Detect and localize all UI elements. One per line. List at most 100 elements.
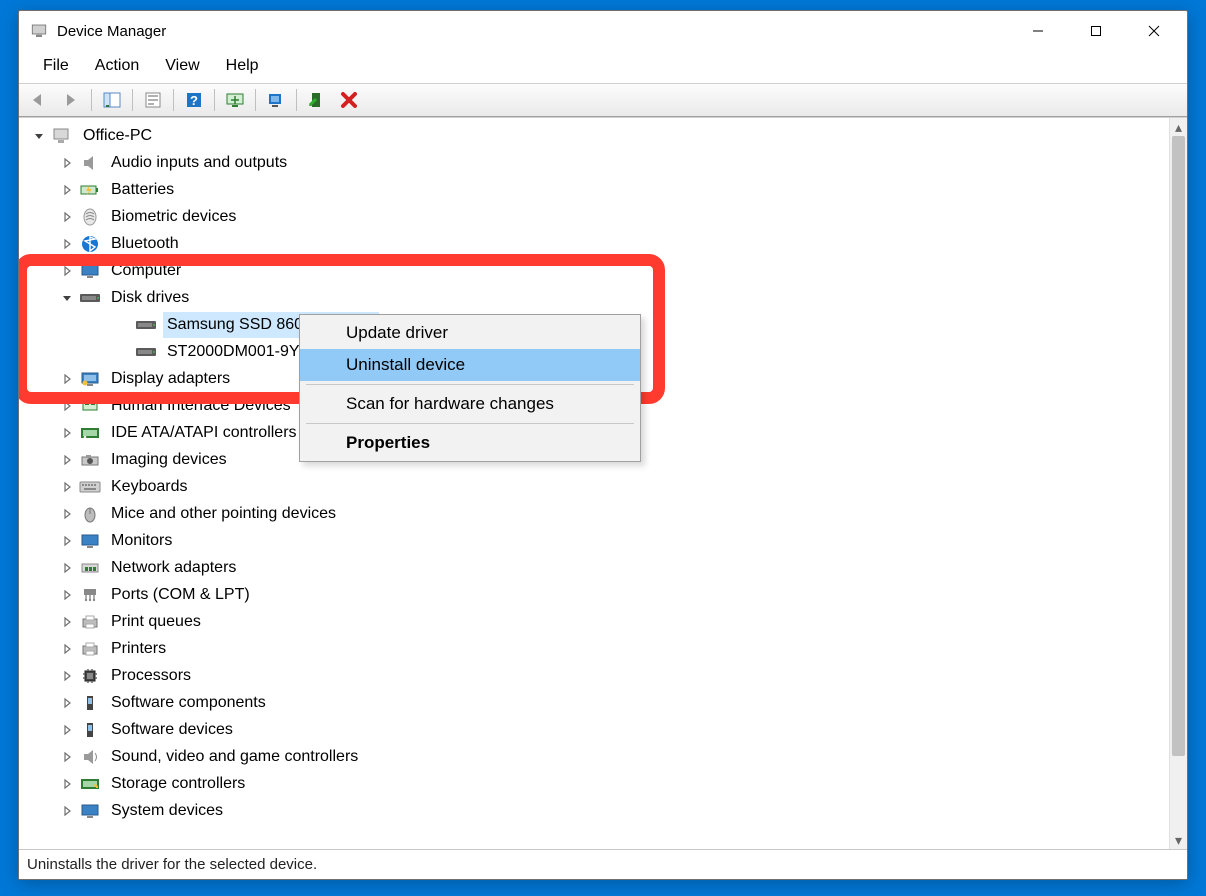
tree-item-swd[interactable]: Software devices: [25, 716, 1167, 743]
expand-glyph[interactable]: [115, 317, 131, 333]
expand-glyph[interactable]: [59, 641, 75, 657]
menu-help[interactable]: Help: [214, 55, 271, 77]
uninstall-device-button[interactable]: [334, 86, 364, 114]
tree-item-disk[interactable]: Disk drives: [25, 284, 1167, 311]
show-hide-console-tree-button[interactable]: [97, 86, 127, 114]
expand-glyph[interactable]: [59, 587, 75, 603]
expand-glyph[interactable]: [59, 614, 75, 630]
tree-item-swc[interactable]: Software components: [25, 689, 1167, 716]
expand-glyph[interactable]: [59, 803, 75, 819]
tree-item-printer[interactable]: Printers: [25, 635, 1167, 662]
tree-item-monitor[interactable]: Monitors: [25, 527, 1167, 554]
expand-glyph[interactable]: [59, 236, 75, 252]
context-update-driver[interactable]: Update driver: [300, 317, 640, 349]
menu-file[interactable]: File: [31, 55, 81, 77]
tree-item-biometric[interactable]: Biometric devices: [25, 203, 1167, 230]
statusbar: Uninstalls the driver for the selected d…: [19, 849, 1187, 879]
tree-item-label: Processors: [107, 663, 195, 689]
tree-item-bluetooth[interactable]: Bluetooth: [25, 230, 1167, 257]
tree-item-storage[interactable]: Storage controllers: [25, 770, 1167, 797]
properties-button[interactable]: [138, 86, 168, 114]
tree-item-keyboard[interactable]: Keyboards: [25, 473, 1167, 500]
tree-item-sys[interactable]: System devices: [25, 797, 1167, 824]
tree-item-label: System devices: [107, 798, 227, 824]
tree-item-label: Computer: [107, 258, 185, 284]
disk-icon: [79, 287, 101, 309]
expand-glyph[interactable]: [59, 398, 75, 414]
vertical-scrollbar[interactable]: ▴ ▾: [1169, 118, 1187, 849]
tree-item-audio[interactable]: Audio inputs and outputs: [25, 149, 1167, 176]
window-controls: [1009, 13, 1183, 49]
tree-item-ports[interactable]: Ports (COM & LPT): [25, 581, 1167, 608]
tree-item-battery[interactable]: Batteries: [25, 176, 1167, 203]
menu-action[interactable]: Action: [83, 55, 151, 77]
maximize-button[interactable]: [1067, 13, 1125, 49]
context-uninstall-device[interactable]: Uninstall device: [300, 349, 640, 381]
scan-hardware-button[interactable]: [220, 86, 250, 114]
expand-glyph[interactable]: [59, 182, 75, 198]
context-separator: [306, 384, 634, 385]
tree-item-label: Ports (COM & LPT): [107, 582, 254, 608]
tree-item-mouse[interactable]: Mice and other pointing devices: [25, 500, 1167, 527]
titlebar[interactable]: Device Manager: [19, 11, 1187, 51]
expand-glyph[interactable]: [59, 209, 75, 225]
swd-icon: [79, 719, 101, 741]
tree-item-label: Audio inputs and outputs: [107, 150, 291, 176]
audio-icon: [79, 152, 101, 174]
tree-item-network[interactable]: Network adapters: [25, 554, 1167, 581]
ports-icon: [79, 584, 101, 606]
tree-item-computer[interactable]: Computer: [25, 257, 1167, 284]
monitor-icon: [79, 530, 101, 552]
context-scan-hardware[interactable]: Scan for hardware changes: [300, 388, 640, 420]
tree-item-cpu[interactable]: Processors: [25, 662, 1167, 689]
expand-glyph[interactable]: [59, 506, 75, 522]
expand-glyph[interactable]: [59, 371, 75, 387]
tree-item-label: Disk drives: [107, 285, 193, 311]
expand-glyph[interactable]: [59, 263, 75, 279]
expand-glyph[interactable]: [59, 452, 75, 468]
ide-icon: [79, 422, 101, 444]
tree-root[interactable]: Office-PC: [25, 122, 1167, 149]
update-driver-button[interactable]: [261, 86, 291, 114]
help-button[interactable]: ?: [179, 86, 209, 114]
tree-item-label: IDE ATA/ATAPI controllers: [107, 420, 301, 446]
tree-item-label: Storage controllers: [107, 771, 249, 797]
scroll-down-arrow[interactable]: ▾: [1170, 831, 1187, 849]
tree-item-printq[interactable]: Print queues: [25, 608, 1167, 635]
menu-view[interactable]: View: [153, 55, 211, 77]
tree-item-label: Software components: [107, 690, 270, 716]
back-button[interactable]: [24, 86, 54, 114]
display-icon: [79, 368, 101, 390]
close-button[interactable]: [1125, 13, 1183, 49]
tree-item-label: Keyboards: [107, 474, 192, 500]
expand-glyph[interactable]: [59, 560, 75, 576]
tree-item-label: Imaging devices: [107, 447, 231, 473]
tree-item-label: Software devices: [107, 717, 237, 743]
expand-glyph[interactable]: [59, 749, 75, 765]
scroll-thumb[interactable]: [1172, 136, 1185, 756]
cpu-icon: [79, 665, 101, 687]
minimize-button[interactable]: [1009, 13, 1067, 49]
scroll-up-arrow[interactable]: ▴: [1170, 118, 1187, 136]
expand-glyph[interactable]: [59, 776, 75, 792]
expand-glyph[interactable]: [59, 155, 75, 171]
tree-item-sound[interactable]: Sound, video and game controllers: [25, 743, 1167, 770]
expand-glyph[interactable]: [31, 128, 47, 144]
expand-glyph[interactable]: [59, 668, 75, 684]
expand-glyph[interactable]: [59, 722, 75, 738]
sys-icon: [79, 800, 101, 822]
forward-button[interactable]: [56, 86, 86, 114]
device-tree[interactable]: Office-PCAudio inputs and outputsBatteri…: [19, 118, 1169, 849]
context-properties[interactable]: Properties: [300, 427, 640, 459]
expand-glyph[interactable]: [59, 533, 75, 549]
expand-glyph[interactable]: [59, 479, 75, 495]
expand-glyph[interactable]: [59, 290, 75, 306]
expand-glyph[interactable]: [59, 425, 75, 441]
context-menu: Update driver Uninstall device Scan for …: [299, 314, 641, 462]
enable-device-button[interactable]: [302, 86, 332, 114]
expand-glyph[interactable]: [115, 344, 131, 360]
expand-glyph[interactable]: [59, 695, 75, 711]
window-title: Device Manager: [57, 23, 166, 40]
network-icon: [79, 557, 101, 579]
content-area: Office-PCAudio inputs and outputsBatteri…: [19, 117, 1187, 849]
